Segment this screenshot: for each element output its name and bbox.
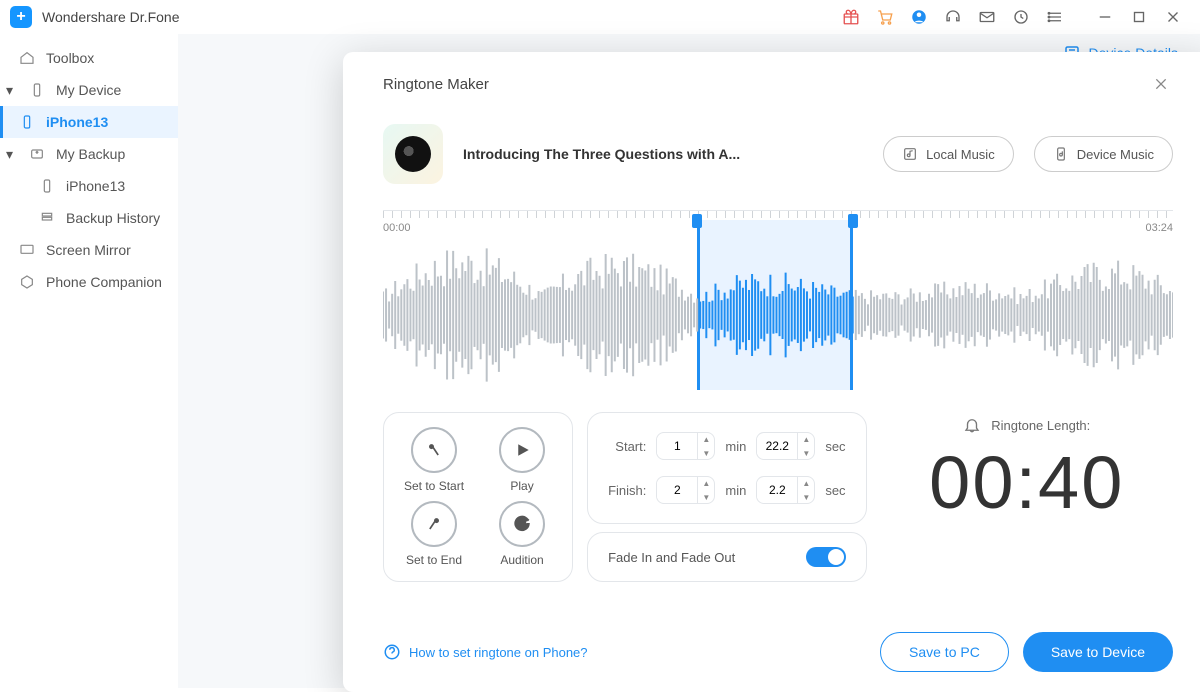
- button-label: Audition: [500, 553, 543, 567]
- set-to-end-button[interactable]: Set to End: [404, 501, 464, 567]
- history-icon: [38, 209, 56, 227]
- unit-label: sec: [825, 483, 845, 498]
- modal-title: Ringtone Maker: [383, 76, 489, 93]
- titlebar: + Wondershare Dr.Fone: [0, 0, 1200, 34]
- unit-label: min: [725, 439, 746, 454]
- phone-icon: [38, 177, 56, 195]
- toolbox-icon: [18, 49, 36, 67]
- time-range-controls: Start: ▲▼ min ▲▼ sec Finish: ▲▼ min ▲▼ s…: [587, 412, 866, 524]
- playback-controls: Set to Start Play Set to End Audition: [383, 412, 573, 582]
- device-music-button[interactable]: Device Music: [1034, 136, 1173, 172]
- local-music-button[interactable]: Local Music: [883, 136, 1014, 172]
- button-label: Device Music: [1077, 147, 1154, 162]
- ringtone-maker-modal: Ringtone Maker Introducing The Three Que…: [343, 52, 1200, 692]
- start-sec-spinner[interactable]: ▲▼: [756, 432, 815, 460]
- screen-icon: [18, 241, 36, 259]
- bell-icon: [963, 416, 981, 434]
- sidebar-item-label: My Backup: [56, 146, 125, 162]
- time-end-label: 03:24: [1145, 222, 1173, 234]
- fade-toggle-row: Fade In and Fade Out: [587, 532, 866, 582]
- app-logo-icon: +: [10, 6, 32, 28]
- track-cover-icon: [383, 124, 443, 184]
- track-title: Introducing The Three Questions with A..…: [463, 146, 863, 162]
- length-value: 00:40: [929, 440, 1124, 525]
- help-label: How to set ringtone on Phone?: [409, 645, 588, 660]
- chevron-down-icon: ▾: [6, 82, 18, 99]
- cart-icon[interactable]: [871, 3, 899, 31]
- gift-icon[interactable]: [837, 3, 865, 31]
- sidebar-item-label: iPhone13: [46, 114, 108, 130]
- sidebar-item-iphone13[interactable]: iPhone13: [0, 106, 178, 138]
- fade-label: Fade In and Fade Out: [608, 550, 735, 565]
- button-label: Local Music: [926, 147, 995, 162]
- phone-icon: [18, 113, 36, 131]
- play-button[interactable]: Play: [492, 427, 552, 493]
- waveform[interactable]: [383, 240, 1173, 390]
- ringtone-length-display: Ringtone Length: 00:40: [881, 412, 1173, 582]
- close-button[interactable]: [1159, 3, 1187, 31]
- sidebar-item-label: Backup History: [66, 210, 160, 226]
- maximize-button[interactable]: [1125, 3, 1153, 31]
- button-label: Play: [510, 479, 533, 493]
- button-label: Set to Start: [404, 479, 464, 493]
- sidebar-item-label: Phone Companion: [46, 274, 162, 290]
- start-label: Start:: [615, 439, 646, 454]
- sidebar-item-phone-companion[interactable]: Phone Companion: [0, 266, 178, 298]
- selection-end-handle[interactable]: [848, 214, 858, 228]
- unit-label: min: [725, 483, 746, 498]
- sidebar-item-backup-iphone13[interactable]: iPhone13: [0, 170, 178, 202]
- sidebar-item-label: My Device: [56, 82, 121, 98]
- device-icon: [28, 81, 46, 99]
- sidebar-item-label: Toolbox: [46, 50, 94, 66]
- chevron-down-icon: ▾: [6, 146, 18, 163]
- length-label: Ringtone Length:: [991, 418, 1090, 433]
- menu-icon[interactable]: [1041, 3, 1069, 31]
- save-to-device-button[interactable]: Save to Device: [1023, 632, 1173, 672]
- start-min-spinner[interactable]: ▲▼: [656, 432, 715, 460]
- app-title: Wondershare Dr.Fone: [42, 9, 179, 25]
- save-to-pc-button[interactable]: Save to PC: [880, 632, 1009, 672]
- content-area: Device Details Yes False Off 02443304578…: [178, 34, 1200, 688]
- support-icon[interactable]: [939, 3, 967, 31]
- finish-min-spinner[interactable]: ▲▼: [656, 476, 715, 504]
- finish-sec-spinner[interactable]: ▲▼: [756, 476, 815, 504]
- sidebar-item-my-device[interactable]: ▾ My Device: [0, 74, 178, 106]
- sidebar-item-my-backup[interactable]: ▾ My Backup: [0, 138, 178, 170]
- sidebar-item-backup-history[interactable]: Backup History: [0, 202, 178, 234]
- minimize-button[interactable]: [1091, 3, 1119, 31]
- sidebar-item-toolbox[interactable]: Toolbox: [0, 42, 178, 74]
- sidebar-item-label: iPhone13: [66, 178, 125, 194]
- fade-toggle[interactable]: [806, 547, 846, 567]
- sidebar-item-screen-mirror[interactable]: Screen Mirror: [0, 234, 178, 266]
- sidebar-item-label: Screen Mirror: [46, 242, 131, 258]
- unit-label: sec: [825, 439, 845, 454]
- button-label: Set to End: [406, 553, 462, 567]
- history-icon[interactable]: [1007, 3, 1035, 31]
- companion-icon: [18, 273, 36, 291]
- backup-icon: [28, 145, 46, 163]
- mail-icon[interactable]: [973, 3, 1001, 31]
- audition-button[interactable]: Audition: [492, 501, 552, 567]
- avatar-icon[interactable]: [905, 3, 933, 31]
- set-to-start-button[interactable]: Set to Start: [404, 427, 464, 493]
- time-start-label: 00:00: [383, 222, 411, 234]
- button-label: Save to Device: [1051, 644, 1145, 660]
- button-label: Save to PC: [909, 644, 980, 660]
- modal-close-button[interactable]: [1149, 72, 1173, 96]
- waveform-area: 00:00 03:24: [383, 210, 1173, 390]
- time-ruler[interactable]: [383, 210, 1173, 218]
- help-link[interactable]: How to set ringtone on Phone?: [383, 643, 588, 661]
- finish-label: Finish:: [608, 483, 646, 498]
- selection-start-handle[interactable]: [692, 214, 702, 228]
- sidebar: Toolbox ▾ My Device iPhone13 ▾ My Backup…: [0, 34, 178, 688]
